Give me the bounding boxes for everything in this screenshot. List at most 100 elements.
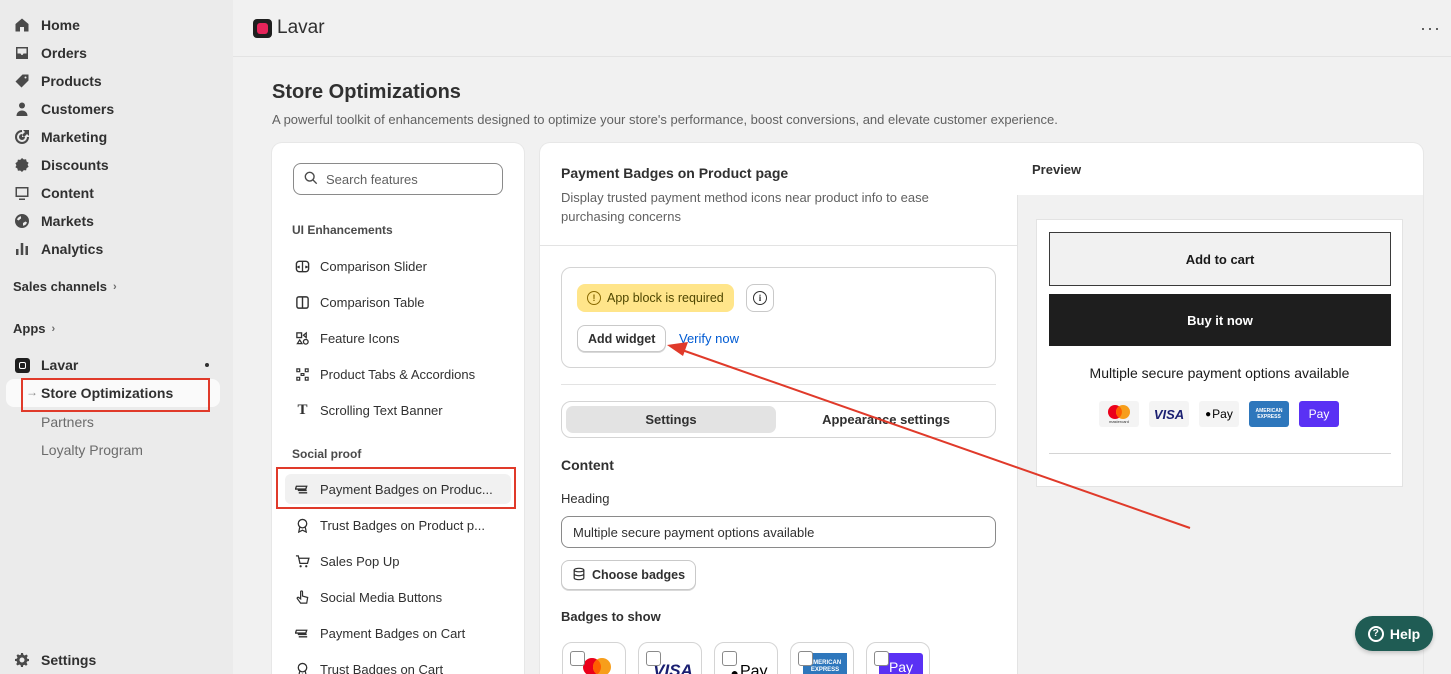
chevron-right-icon: › <box>112 280 117 293</box>
feature-title: Payment Badges on Product page <box>561 165 789 181</box>
search-input[interactable] <box>326 171 496 187</box>
apple-pay-text: Pay <box>1212 407 1233 421</box>
sidebar-item-analytics[interactable]: Analytics <box>13 238 103 260</box>
text-icon: T <box>297 401 308 418</box>
mastercard-logo-icon: mastercard <box>1099 401 1139 427</box>
info-button[interactable]: i <box>746 284 774 312</box>
verify-now-link[interactable]: Verify now <box>679 331 739 346</box>
more-actions-icon[interactable]: ··· <box>1420 18 1441 39</box>
badge-tile-american-express[interactable]: AMERICAN EXPRESS <box>790 642 854 674</box>
sidebar-item-label: Settings <box>41 652 97 668</box>
badge-checkbox[interactable] <box>722 651 737 666</box>
chevron-right-icon: › <box>51 322 56 335</box>
divider <box>540 245 1017 246</box>
feature-item-comparison-table[interactable]: Comparison Table <box>285 287 511 317</box>
sidebar-item-orders[interactable]: Orders <box>13 42 87 64</box>
content-section-title: Content <box>561 457 614 473</box>
shop-pay-text: Pay <box>1308 407 1330 421</box>
sidebar-item-label: Analytics <box>41 241 104 257</box>
badges-to-show-label: Badges to show <box>561 609 661 624</box>
comparison-slider-icon <box>294 258 311 275</box>
sidebar-item-products[interactable]: Products <box>13 70 102 92</box>
info-icon: i <box>753 291 767 305</box>
choose-badges-button[interactable]: Choose badges <box>561 560 697 590</box>
feature-item-comparison-slider[interactable]: Comparison Slider <box>285 251 511 281</box>
sidebar-item-home[interactable]: Home <box>13 14 80 36</box>
gear-icon <box>13 651 31 669</box>
trust-badge-icon <box>294 517 311 534</box>
person-icon <box>13 100 31 118</box>
tab-appearance-settings[interactable]: Appearance settings <box>780 406 992 433</box>
feature-item-feature-icons[interactable]: Feature Icons <box>285 323 511 353</box>
feature-item-payment-badges-cart[interactable]: Payment Badges on Cart <box>285 618 511 648</box>
sidebar-item-label: Marketing <box>41 129 108 145</box>
feature-item-label: Trust Badges on Cart <box>320 661 444 674</box>
feature-item-product-tabs[interactable]: Product Tabs & Accordions <box>285 359 511 389</box>
badge-tile-shop-pay[interactable]: Pay <box>866 642 930 674</box>
page-title: Store Optimizations <box>272 81 461 103</box>
sidebar-item-content[interactable]: Content <box>13 182 94 204</box>
preview-add-to-cart-button[interactable]: Add to cart <box>1049 232 1391 286</box>
inbox-icon <box>13 44 31 62</box>
sidebar-item-customers[interactable]: Customers <box>13 98 114 120</box>
sidebar-item-label: Markets <box>41 213 94 229</box>
app-header: Lavar ··· <box>233 0 1451 56</box>
sidebar-item-label: Discounts <box>41 157 109 173</box>
badge-tile-visa[interactable]: VISA <box>638 642 702 674</box>
trust-badge-icon <box>294 661 311 674</box>
sidebar-item-label: Content <box>41 185 94 201</box>
sales-channels-section[interactable]: Sales channels › <box>13 279 117 294</box>
annotation-highlight-box <box>276 467 516 509</box>
sales-channels-label: Sales channels <box>13 279 107 294</box>
tabs-accordions-icon <box>294 366 311 383</box>
badge-checkbox[interactable] <box>874 651 889 666</box>
badge-checkbox[interactable] <box>798 651 813 666</box>
add-widget-button[interactable]: Add widget <box>577 325 667 352</box>
settings-tabs: Settings Appearance settings <box>561 401 996 438</box>
feature-description: Display trusted payment method icons nea… <box>561 190 929 224</box>
apps-section[interactable]: Apps › <box>13 321 55 336</box>
sidebar-subitem-partners[interactable]: Partners <box>41 414 94 430</box>
sidebar-item-label: Home <box>41 17 80 33</box>
search-field[interactable] <box>293 163 503 195</box>
heading-input[interactable] <box>561 516 996 548</box>
warning-text: App block is required <box>607 291 724 305</box>
divider <box>561 384 996 385</box>
header-divider <box>233 56 1451 57</box>
sidebar-item-settings[interactable]: Settings <box>13 649 96 671</box>
warning-icon: ! <box>587 291 601 305</box>
feature-item-trust-badges-product[interactable]: Trust Badges on Product p... <box>285 510 511 540</box>
sidebar-item-markets[interactable]: Markets <box>13 210 94 232</box>
badge-tile-mastercard[interactable] <box>562 642 626 674</box>
preview-buy-now-button[interactable]: Buy it now <box>1049 294 1391 346</box>
sidebar-item-lavar[interactable]: Lavar <box>13 354 213 376</box>
sidebar-subitem-loyalty-program[interactable]: Loyalty Program <box>41 442 143 458</box>
cart-icon <box>294 553 311 570</box>
sidebar-item-marketing[interactable]: Marketing <box>13 126 107 148</box>
lavar-logo-icon <box>253 19 272 38</box>
feature-item-sales-pop-up[interactable]: Sales Pop Up <box>285 546 511 576</box>
feature-item-scrolling-text-banner[interactable]: T Scrolling Text Banner <box>285 395 511 425</box>
preview-label: Preview <box>1032 162 1082 177</box>
group-label-social-proof: Social proof <box>292 447 362 461</box>
globe-icon <box>13 212 31 230</box>
discount-icon <box>13 156 31 174</box>
badge-checkbox[interactable] <box>646 651 661 666</box>
group-label-ui-enhancements: UI Enhancements <box>292 223 393 237</box>
feature-item-social-media-buttons[interactable]: Social Media Buttons <box>285 582 511 612</box>
warning-badge: ! App block is required <box>577 284 734 312</box>
sidebar-item-discounts[interactable]: Discounts <box>13 154 109 176</box>
tab-settings[interactable]: Settings <box>566 406 776 433</box>
help-button[interactable]: ? Help <box>1355 616 1433 651</box>
bar-chart-icon <box>13 240 31 258</box>
feature-item-label: Product Tabs & Accordions <box>320 366 476 382</box>
apps-label: Apps <box>13 321 46 336</box>
preview-badges-row: mastercard VISA ● Pay AMERICAN EXPRESS Pa… <box>1099 401 1339 427</box>
database-icon <box>572 567 586 584</box>
app-title: Lavar <box>277 17 325 38</box>
badge-checkbox[interactable] <box>570 651 585 666</box>
feature-item-trust-badges-cart[interactable]: Trust Badges on Cart <box>285 654 511 674</box>
feature-icons-icon <box>294 330 311 347</box>
badge-tile-apple-pay[interactable]: ● Pay <box>714 642 778 674</box>
preview-divider <box>1049 453 1391 454</box>
